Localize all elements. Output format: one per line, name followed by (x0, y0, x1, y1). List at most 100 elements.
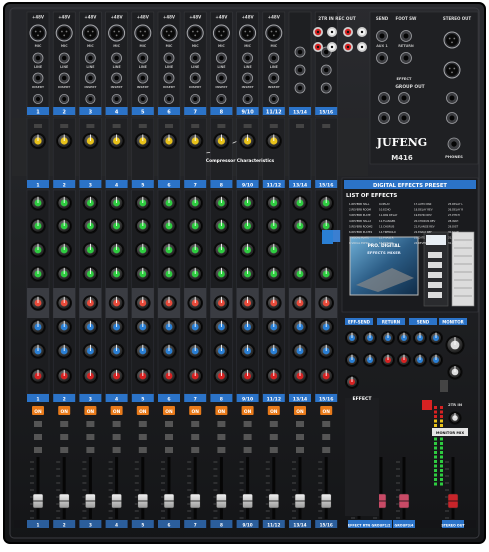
mon-send-knob[interactable] (213, 343, 230, 359)
compressor-knob[interactable] (239, 132, 256, 150)
line-jack[interactable] (85, 52, 96, 64)
compressor-knob[interactable] (187, 132, 204, 150)
lf-eq-knob[interactable] (56, 266, 72, 282)
mid-freq-knob[interactable] (187, 242, 203, 258)
stereo-out-xlr-left[interactable] (443, 31, 461, 49)
compressor-knob[interactable] (265, 132, 282, 150)
line-jack[interactable] (58, 52, 70, 64)
return-send-knob[interactable] (413, 331, 427, 345)
pfl-button[interactable] (269, 421, 278, 427)
mon-send-knob[interactable] (318, 343, 335, 359)
return-send-knob[interactable] (381, 331, 395, 345)
on-button[interactable]: ON (241, 406, 254, 415)
aux-send-knob[interactable] (161, 295, 177, 311)
pfl-button[interactable] (322, 421, 331, 427)
mic-xlr-input[interactable] (81, 24, 99, 42)
rca-jack[interactable] (313, 42, 323, 52)
mf-eq-knob[interactable] (135, 218, 151, 234)
group-button[interactable] (165, 447, 173, 453)
monitor-switch[interactable] (440, 380, 448, 392)
effect-send-knob[interactable] (82, 319, 99, 335)
insert-jack[interactable] (242, 72, 254, 84)
mon-send-knob[interactable] (82, 343, 99, 359)
aux-jack[interactable] (111, 94, 122, 105)
mon-send-knob[interactable] (239, 343, 256, 359)
sub-button[interactable] (191, 434, 200, 440)
sub-button[interactable] (243, 434, 252, 440)
lf-eq-knob[interactable] (187, 266, 203, 282)
insert-jack[interactable] (268, 72, 280, 84)
sub-button[interactable] (34, 434, 42, 440)
line-jack[interactable] (163, 52, 175, 64)
return-send-knob[interactable] (363, 331, 377, 345)
channel-fader[interactable] (137, 493, 149, 509)
group-button[interactable] (34, 447, 42, 453)
return-jack[interactable] (400, 52, 412, 64)
pan-knob[interactable] (135, 368, 151, 384)
aux-send-knob[interactable] (187, 295, 203, 311)
mic-xlr-input[interactable] (212, 24, 230, 42)
group-button[interactable] (296, 447, 304, 453)
pfl-button[interactable] (191, 421, 200, 427)
line-jack[interactable] (111, 52, 122, 64)
sub-button[interactable] (165, 434, 173, 440)
pan-knob[interactable] (30, 368, 46, 384)
aux-jack[interactable] (268, 94, 279, 105)
aux-send-knob[interactable] (56, 295, 72, 311)
compressor-knob[interactable] (29, 132, 47, 150)
effect-send-knob[interactable] (213, 319, 230, 335)
channel-fader[interactable] (216, 493, 227, 509)
eq-button[interactable] (332, 230, 341, 242)
rca-jack[interactable] (313, 27, 323, 37)
mic-xlr-input[interactable] (239, 24, 257, 42)
two-tr-level-knob[interactable] (448, 411, 462, 425)
channel-fader[interactable] (111, 493, 122, 509)
channel-fader[interactable] (85, 493, 96, 509)
pan-knob[interactable] (187, 368, 203, 384)
lf-eq-knob[interactable] (292, 266, 308, 282)
return-send-knob[interactable] (363, 353, 377, 367)
mf-eq-knob[interactable] (108, 218, 125, 234)
output-jack[interactable] (398, 92, 410, 104)
hf-eq-knob[interactable] (108, 195, 125, 211)
aux-jack[interactable] (85, 94, 96, 105)
mic-xlr-input[interactable] (29, 24, 47, 42)
group-button[interactable] (322, 447, 331, 453)
insert-jack[interactable] (32, 72, 44, 84)
on-button[interactable]: ON (58, 406, 71, 415)
return-send-knob[interactable] (345, 353, 359, 367)
lf-eq-knob[interactable] (213, 266, 230, 282)
aux-jack[interactable] (137, 94, 148, 105)
insert-jack[interactable] (85, 72, 96, 84)
mf-eq-knob[interactable] (82, 218, 99, 234)
group-button[interactable] (269, 447, 278, 453)
lf-eq-knob[interactable] (239, 266, 256, 282)
aux-jack[interactable] (216, 94, 227, 105)
group-button[interactable] (60, 447, 69, 453)
stereo-out-xlr-right[interactable] (443, 61, 461, 79)
on-button[interactable]: ON (163, 406, 175, 415)
return-send-knob[interactable] (397, 353, 411, 367)
group-button[interactable] (243, 447, 252, 453)
rca-jack[interactable] (327, 27, 337, 37)
effect-send-knob[interactable] (239, 319, 256, 335)
aux-send-knob[interactable] (292, 295, 308, 311)
effect-send-knob[interactable] (56, 319, 72, 335)
aux-jack[interactable] (33, 94, 44, 105)
stereo-in-aux-jack[interactable] (320, 82, 332, 94)
lf-eq-knob[interactable] (318, 266, 335, 282)
media-player-button[interactable] (428, 282, 442, 288)
monitor-level-knob[interactable] (445, 335, 465, 355)
pfl-button[interactable] (112, 421, 121, 427)
sub-button[interactable] (269, 434, 278, 440)
pan-knob[interactable] (266, 368, 282, 384)
channel-fader[interactable] (398, 493, 410, 509)
sub-button[interactable] (322, 434, 331, 440)
sub-button[interactable] (296, 434, 304, 440)
hf-eq-knob[interactable] (213, 195, 230, 211)
mf-eq-knob[interactable] (266, 218, 282, 234)
send-jack[interactable] (376, 30, 388, 42)
media-player-button[interactable] (428, 272, 442, 278)
output-jack[interactable] (446, 112, 458, 124)
compressor-knob[interactable] (56, 132, 73, 150)
